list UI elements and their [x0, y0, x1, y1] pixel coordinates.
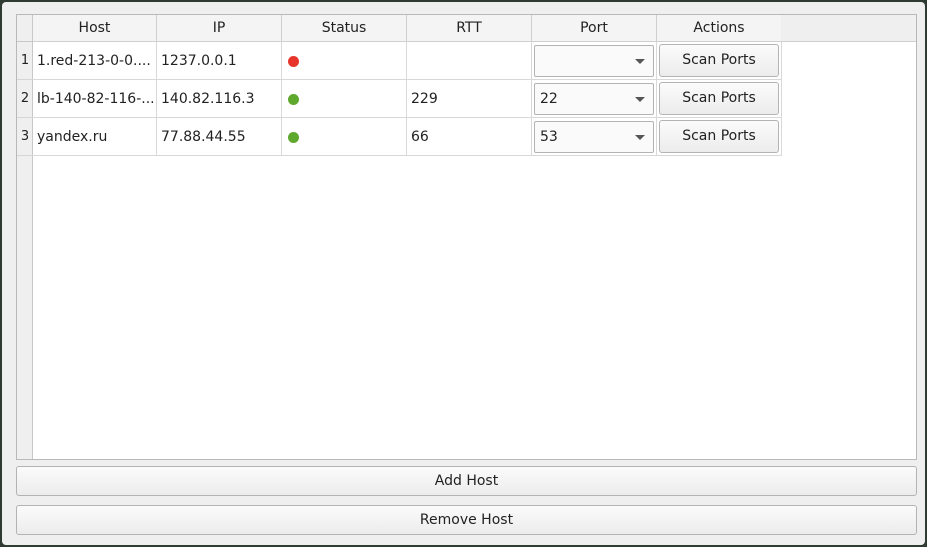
actions-cell: Scan Ports: [657, 118, 782, 156]
port-dropdown[interactable]: 53: [534, 121, 654, 153]
column-header-actions[interactable]: Actions: [657, 15, 782, 42]
actions-cell: Scan Ports: [657, 80, 782, 118]
header-empty-area: [781, 15, 916, 42]
row-number[interactable]: 1: [17, 42, 33, 80]
column-header-status[interactable]: Status: [282, 15, 407, 42]
status-online-icon: [288, 132, 299, 143]
rtt-cell[interactable]: 66: [407, 118, 532, 156]
host-cell[interactable]: 1.red-213-0-0....: [33, 42, 157, 80]
host-cell[interactable]: lb-140-82-116-...: [33, 80, 157, 118]
status-cell[interactable]: [282, 118, 407, 156]
row-header-column: 1 2 3: [17, 42, 33, 459]
hosts-table[interactable]: Host IP Status RTT Port Actions 1 2 3 1.…: [16, 14, 917, 460]
column-header-rtt[interactable]: RTT: [407, 15, 532, 42]
column-header-port[interactable]: Port: [532, 15, 657, 42]
chevron-down-icon: [635, 135, 645, 140]
scan-ports-button[interactable]: Scan Ports: [659, 44, 779, 77]
port-cell: 53: [532, 118, 657, 156]
port-cell: 22: [532, 80, 657, 118]
status-online-icon: [288, 94, 299, 105]
rtt-cell[interactable]: 229: [407, 80, 532, 118]
remove-host-button[interactable]: Remove Host: [16, 505, 917, 535]
add-host-button[interactable]: Add Host: [16, 466, 917, 496]
scan-ports-button[interactable]: Scan Ports: [659, 120, 779, 153]
chevron-down-icon: [635, 97, 645, 102]
column-header-host[interactable]: Host: [33, 15, 157, 42]
port-dropdown[interactable]: 22: [534, 83, 654, 115]
status-offline-icon: [288, 56, 299, 67]
rtt-cell[interactable]: [407, 42, 532, 80]
table-header: Host IP Status RTT Port Actions: [17, 15, 916, 42]
row-number[interactable]: 3: [17, 118, 33, 156]
port-dropdown-value: 22: [540, 91, 558, 107]
row-number[interactable]: 2: [17, 80, 33, 118]
ip-cell[interactable]: 140.82.116.3: [157, 80, 282, 118]
status-cell[interactable]: [282, 80, 407, 118]
ip-cell[interactable]: 1237.0.0.1: [157, 42, 282, 80]
port-dropdown-value: 53: [540, 129, 558, 145]
status-cell[interactable]: [282, 42, 407, 80]
main-window: Host IP Status RTT Port Actions 1 2 3 1.…: [2, 2, 925, 545]
table-corner[interactable]: [17, 15, 33, 42]
chevron-down-icon: [635, 59, 645, 64]
port-cell: [532, 42, 657, 80]
ip-cell[interactable]: 77.88.44.55: [157, 118, 282, 156]
host-cell[interactable]: yandex.ru: [33, 118, 157, 156]
port-dropdown[interactable]: [534, 45, 654, 77]
scan-ports-button[interactable]: Scan Ports: [659, 82, 779, 115]
actions-cell: Scan Ports: [657, 42, 782, 80]
column-header-ip[interactable]: IP: [157, 15, 282, 42]
